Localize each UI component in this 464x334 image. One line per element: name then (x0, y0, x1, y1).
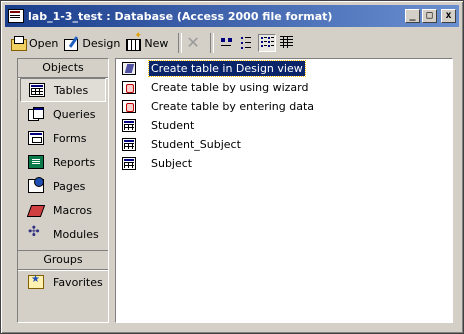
list-item-label: Subject (151, 157, 193, 170)
table-icon (122, 119, 136, 132)
sidebar-item-label: Queries (53, 107, 96, 121)
window-title: lab_1-3_test : Database (Access 2000 fil… (28, 9, 333, 23)
new-label: New (144, 36, 169, 50)
reports-icon (28, 155, 44, 169)
table-icon (122, 157, 136, 170)
list-item-label: Student_Subject (151, 138, 241, 151)
database-toolbar: Open Design New ✕ (11, 31, 451, 55)
object-list[interactable]: Create table in Design view Create table… (115, 58, 453, 323)
modules-icon (28, 224, 44, 241)
sidebar-item-label: Pages (53, 179, 86, 193)
delete-icon: ✕ (186, 33, 200, 52)
entering-data-icon (122, 100, 136, 113)
sidebar-item-label: Modules (53, 227, 99, 241)
sidebar-item-pages[interactable]: Pages (20, 174, 106, 198)
list-item-label: Create table by using wizard (151, 81, 309, 94)
title-bar[interactable]: lab_1-3_test : Database (Access 2000 fil… (5, 5, 459, 27)
macros-icon (28, 203, 44, 217)
details-view-button[interactable] (278, 34, 296, 52)
list-item-create-design-view[interactable]: Create table in Design view (116, 59, 452, 78)
open-button[interactable]: Open (11, 36, 59, 51)
close-button[interactable]: x (441, 9, 456, 23)
delete-button[interactable]: ✕ (186, 35, 199, 51)
new-icon (126, 31, 142, 51)
window-controls: _ □ x (405, 9, 456, 23)
sidebar-item-label: Favorites (53, 275, 103, 289)
forms-icon (28, 131, 44, 145)
list-item-label: Create table by entering data (151, 100, 315, 113)
sidebar-item-label: Tables (54, 83, 89, 97)
sidebar-item-tables[interactable]: Tables (20, 78, 106, 102)
open-icon (11, 36, 27, 51)
sidebar-item-reports[interactable]: Reports (20, 150, 106, 174)
list-item-create-wizard[interactable]: Create table by using wizard (116, 78, 452, 97)
tables-icon (29, 83, 45, 97)
small-icons-button[interactable] (238, 34, 256, 52)
list-view-button[interactable] (257, 34, 276, 52)
toolbar-separator (209, 33, 214, 53)
sidebar-item-label: Macros (53, 203, 93, 217)
design-icon (64, 36, 80, 51)
sidebar-item-favorites[interactable]: Favorites (20, 270, 106, 294)
new-button[interactable]: New (126, 31, 169, 51)
database-app-icon[interactable] (8, 9, 24, 23)
list-item-table-student-subject[interactable]: Student_Subject (116, 135, 452, 154)
design-label: Design (82, 36, 121, 50)
list-item-create-entering-data[interactable]: Create table by entering data (116, 97, 452, 116)
maximize-button[interactable]: □ (422, 9, 437, 23)
objects-bar: Objects Tables Queries Forms Reports Pag… (17, 58, 109, 323)
table-icon (122, 138, 136, 151)
sidebar-item-macros[interactable]: Macros (20, 198, 106, 222)
sidebar-item-label: Reports (53, 155, 96, 169)
design-view-icon (122, 62, 136, 75)
database-window: lab_1-3_test : Database (Access 2000 fil… (0, 0, 464, 334)
queries-icon (28, 107, 44, 121)
list-item-label: Student (151, 119, 195, 132)
minimize-button[interactable]: _ (405, 9, 420, 23)
sidebar-item-queries[interactable]: Queries (20, 102, 106, 126)
sidebar-item-forms[interactable]: Forms (20, 126, 106, 150)
pages-icon (28, 177, 44, 193)
objects-header[interactable]: Objects (18, 59, 108, 78)
sidebar-item-label: Forms (53, 131, 87, 145)
list-item-label: Create table in Design view (148, 60, 306, 77)
large-icons-button[interactable] (218, 34, 236, 52)
favorites-icon (28, 274, 44, 289)
list-item-table-subject[interactable]: Subject (116, 154, 452, 173)
list-item-table-student[interactable]: Student (116, 116, 452, 135)
groups-header[interactable]: Groups (18, 250, 108, 270)
wizard-icon (122, 81, 136, 94)
design-button[interactable]: Design (64, 36, 121, 51)
open-label: Open (29, 36, 59, 50)
sidebar-item-modules[interactable]: Modules (20, 222, 106, 246)
toolbar-separator (178, 33, 183, 53)
